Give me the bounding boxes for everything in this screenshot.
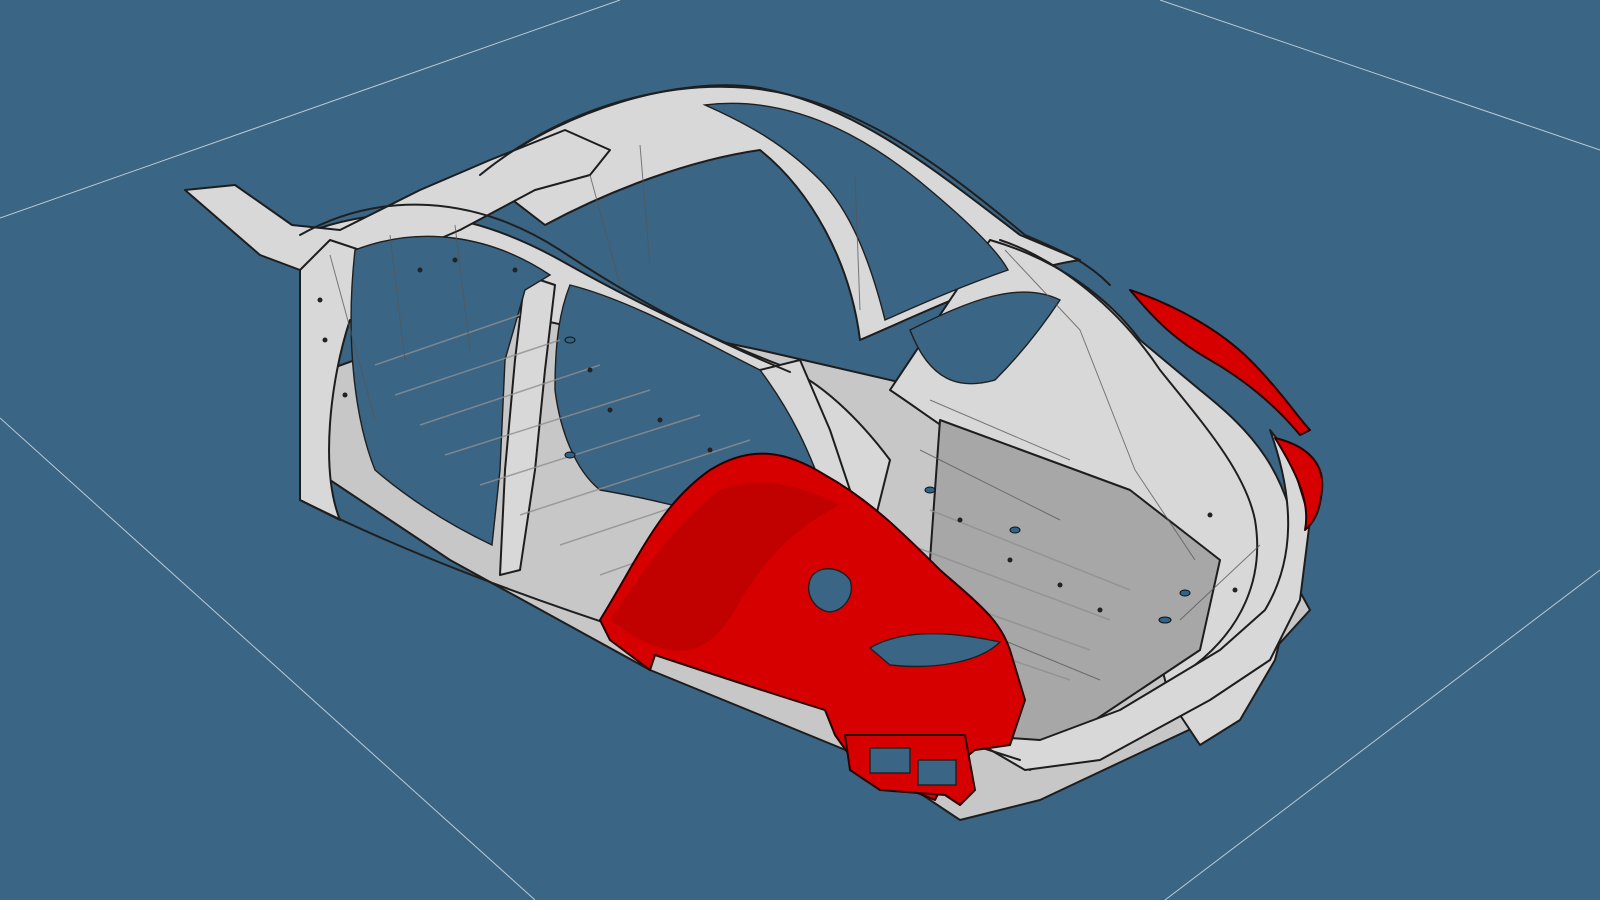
bumper-mount-hole-1 [869,747,911,774]
datum-point-2 [564,451,576,459]
cad-viewport[interactable] [0,0,1600,900]
datum-point-1 [564,336,576,344]
bumper-mount-hole-2 [917,759,957,786]
grid-line-top-right [1159,0,1600,151]
datum-point-6 [1179,589,1191,597]
datum-point-3 [924,486,936,494]
vehicle-body-scene[interactable] [0,0,1600,900]
datum-point-4 [1009,526,1021,534]
datum-point-5 [1158,616,1172,624]
vehicle-body-in-white[interactable] [184,84,1311,821]
